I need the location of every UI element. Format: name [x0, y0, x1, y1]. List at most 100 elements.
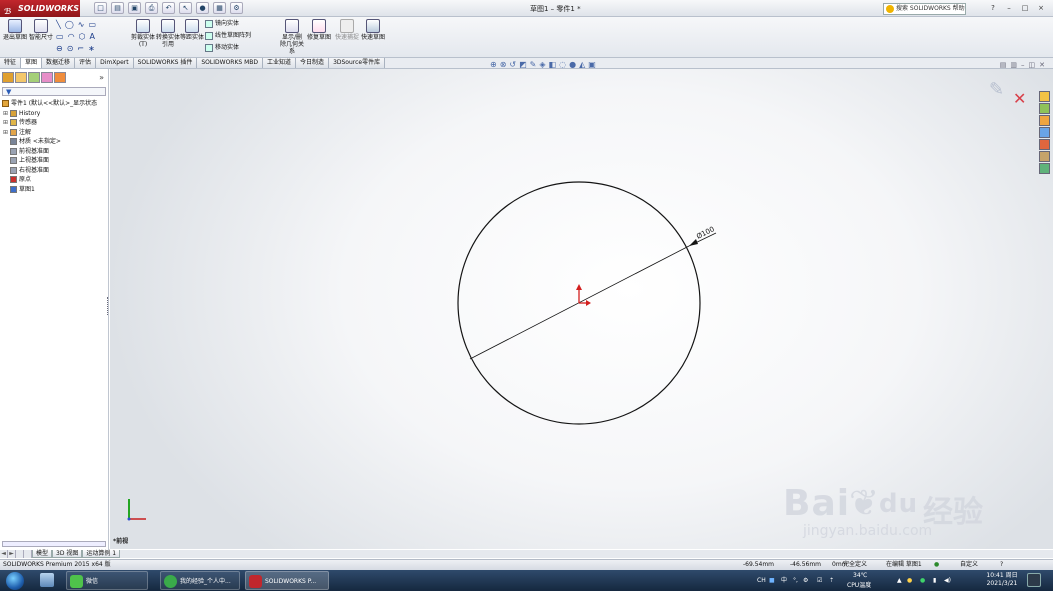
ime-arrow-icon[interactable]: ⇡ [829, 570, 834, 591]
tree-item[interactable]: 原点 [2, 175, 109, 185]
undo-icon[interactable]: ↶ [162, 2, 175, 14]
arc-tool-icon[interactable]: ◠ [68, 31, 75, 42]
rapid-sketch-button[interactable]: 快速草图 [360, 19, 386, 55]
tab-today-manufacturing[interactable]: 今日制造 [296, 58, 330, 68]
tree-expand-icon[interactable]: ⊞ [3, 128, 8, 137]
quick-snaps-button[interactable]: 快速捕捉 [334, 19, 360, 55]
tree-item[interactable]: 材质 <未指定> [2, 137, 109, 147]
tab-motion-study[interactable]: 运动算例 1 [82, 550, 121, 558]
tree-item[interactable]: 草图1 [2, 185, 109, 195]
chamfer-tool-icon[interactable]: ⌐ [77, 43, 84, 54]
tab-scroll-last-icon[interactable] [24, 550, 32, 558]
polygon-tool-icon[interactable]: ⬡ [79, 31, 86, 42]
cancel-sketch-corner-icon[interactable]: ✕ [1013, 89, 1026, 108]
text-tool-icon[interactable]: A [90, 31, 95, 42]
reference-triad-icon[interactable] [127, 499, 147, 521]
file-explorer-icon[interactable] [1039, 115, 1050, 126]
fillet-tool-icon[interactable]: ⊙ [67, 43, 74, 54]
tree-item[interactable]: ⊞ History [2, 109, 109, 119]
offset-entities-button[interactable]: 等距实体 [179, 19, 205, 55]
tab-model[interactable]: 模型 [32, 550, 53, 558]
panel-expand-icon[interactable]: » [99, 73, 104, 82]
tab-solidworks-addins[interactable]: SOLIDWORKS 插件 [133, 58, 198, 68]
taskbar-app-browser[interactable]: 我的经验_个人中... [160, 571, 240, 590]
minimize-button[interactable]: – [1003, 3, 1015, 13]
tab-industry-knowledge[interactable]: 工业知道 [263, 58, 297, 68]
ime-indicator[interactable]: CH [757, 570, 766, 591]
show-hidden-icons-icon[interactable]: ▲ [897, 570, 902, 591]
property-manager-tab-icon[interactable] [15, 72, 27, 83]
dimension-tool-icon[interactable]: ▭ [88, 19, 96, 30]
circle-tool-icon[interactable]: ◯ [65, 19, 74, 30]
tree-item[interactable]: 上视基准面 [2, 156, 109, 166]
tab-features[interactable]: 特征 [0, 58, 22, 68]
line-tool-icon[interactable]: ╲ [56, 19, 61, 30]
display-relations-button[interactable]: 显示/删除几何关系 [279, 19, 305, 55]
smart-dimension-button[interactable]: 智能尺寸 [28, 19, 54, 55]
taskbar-app-solidworks[interactable]: SOLIDWORKS P... [245, 571, 329, 590]
open-folder-icon[interactable]: ▤ [111, 2, 124, 14]
status-help-button[interactable]: ? [1000, 560, 1003, 570]
tab-3dsource-library[interactable]: 3DSource零件库 [329, 58, 386, 68]
maximize-button[interactable]: □ [1019, 3, 1031, 13]
custom-properties-icon[interactable] [1039, 151, 1050, 162]
save-icon[interactable]: ▣ [128, 2, 141, 14]
tab-scroll-left-icon[interactable]: ◄ [0, 550, 8, 558]
action-center-icon[interactable] [1027, 573, 1041, 587]
slot-tool-icon[interactable]: ⊖ [56, 43, 63, 54]
tree-root-part[interactable]: 零件1 (默认<<默认>_显示状态 [2, 99, 109, 109]
punctuation-icon[interactable]: °, [793, 570, 798, 591]
keyboard-icon[interactable]: ■ [769, 570, 775, 591]
settings-icon[interactable]: ⚙ [803, 570, 808, 591]
tray-app-icon[interactable]: ● [907, 570, 912, 591]
tab-3d-views[interactable]: 3D 视图 [52, 550, 83, 558]
solidworks-resources-icon[interactable] [1039, 91, 1050, 102]
dimxpert-manager-tab-icon[interactable] [41, 72, 53, 83]
tree-item[interactable]: 右视基准面 [2, 166, 109, 176]
taskbar-app-wechat[interactable]: 微信 [66, 571, 148, 590]
help-search-input[interactable]: 搜索 SOLIDWORKS 帮助 [883, 3, 966, 15]
appearances-icon[interactable] [1039, 139, 1050, 150]
tab-sketch[interactable]: 草图 [21, 58, 43, 68]
tree-filter-input[interactable]: ▼ [2, 87, 106, 96]
tree-item[interactable]: ⊞ 传感器 [2, 118, 109, 128]
mirror-entities-button[interactable]: 镜向实体 [205, 18, 239, 29]
tree-item[interactable]: 前视基准面 [2, 147, 109, 157]
point-tool-icon[interactable]: ∗ [88, 43, 95, 54]
softkeyboard-icon[interactable]: ☑ [817, 570, 822, 591]
tree-item[interactable]: ⊞ 注解 [2, 128, 109, 138]
network-icon[interactable]: ▮ [933, 570, 936, 591]
tray-wechat-icon[interactable]: ● [920, 570, 925, 591]
spline-tool-icon[interactable]: ∿ [78, 19, 85, 30]
tab-solidworks-mbd[interactable]: SOLIDWORKS MBD [197, 58, 264, 68]
help-button[interactable]: ? [987, 3, 999, 13]
print-icon[interactable]: ⎙ [145, 2, 158, 14]
convert-entities-button[interactable]: 转换实体引用 [155, 19, 181, 55]
design-library-icon[interactable] [1039, 103, 1050, 114]
tree-expand-icon[interactable]: ⊞ [3, 109, 8, 118]
units-selector[interactable]: 自定义 [960, 560, 978, 570]
file-properties-icon[interactable]: ▦ [213, 2, 226, 14]
panel-horizontal-scrollbar[interactable] [2, 541, 106, 547]
rebuild-icon[interactable]: ● [196, 2, 209, 14]
select-icon[interactable]: ↖ [179, 2, 192, 14]
view-palette-icon[interactable] [1039, 127, 1050, 138]
feature-manager-tab-icon[interactable] [2, 72, 14, 83]
solidworks-forum-icon[interactable] [1039, 163, 1050, 174]
tree-expand-icon[interactable]: ⊞ [3, 118, 8, 127]
tab-evaluate[interactable]: 评估 [75, 58, 97, 68]
graphics-area[interactable]: Ø100 ✎ ✕ *前视 Bai ❦ du 经验 jingyan.baidu.c… [110, 69, 1053, 549]
start-button[interactable] [6, 572, 24, 590]
volume-icon[interactable]: ◀) [944, 570, 951, 591]
close-button[interactable]: × [1035, 3, 1047, 13]
configuration-manager-tab-icon[interactable] [28, 72, 40, 83]
display-manager-tab-icon[interactable] [54, 72, 66, 83]
solidworks-logo[interactable]: ℬ SOLIDWORKS [0, 0, 80, 17]
exit-sketch-corner-icon[interactable]: ✎ [989, 79, 1004, 100]
move-entities-button[interactable]: 移动实体 [205, 42, 239, 53]
options-icon[interactable]: ⚙ [230, 2, 243, 14]
rebuild-status-icon[interactable]: ● [934, 560, 939, 570]
linear-pattern-button[interactable]: 线性草图阵列 [205, 30, 251, 41]
tab-data-migration[interactable]: 数据迁移 [42, 58, 76, 68]
file-explorer-taskbar-icon[interactable] [40, 573, 54, 587]
